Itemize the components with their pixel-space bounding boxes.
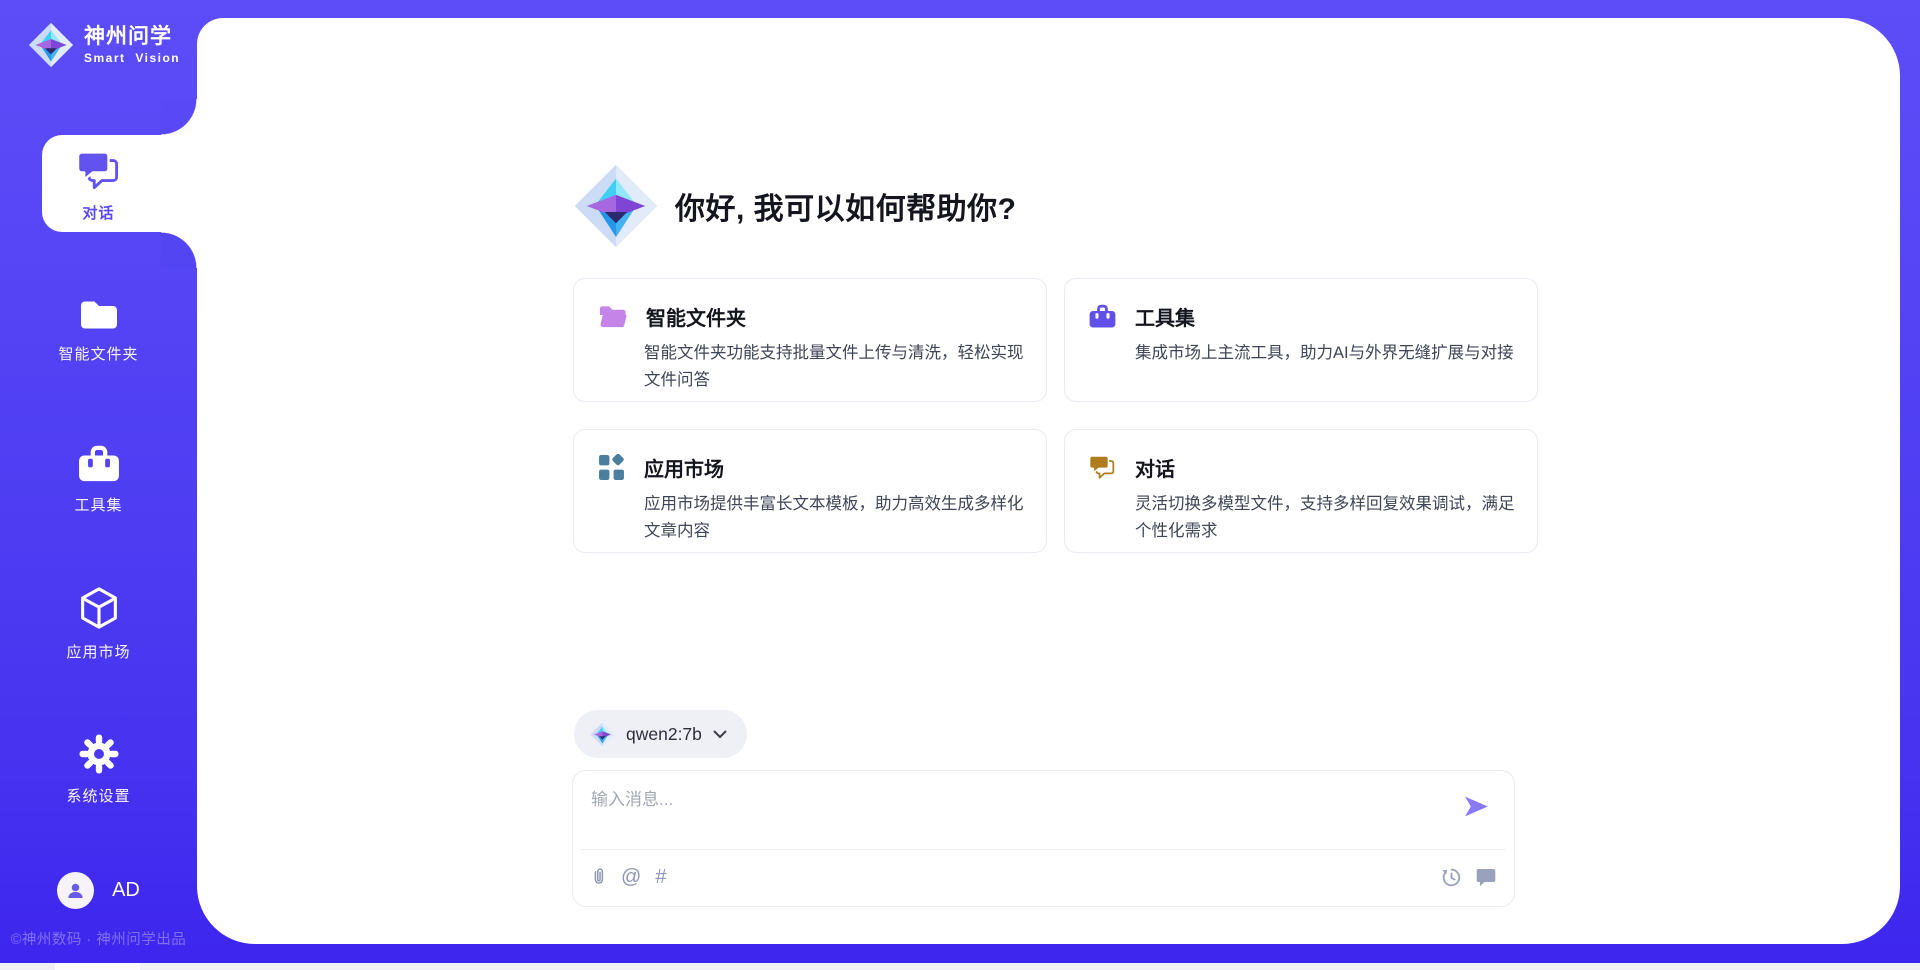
brand-subtitle: Smart Vision <box>84 51 180 65</box>
quick-chat-button[interactable] <box>1476 868 1496 887</box>
main-panel: 你好, 我可以如何帮助你? 智能文件夹 智能文件夹功能支持批量文件上传与清洗，轻… <box>197 18 1900 944</box>
card-description: 应用市场提供丰富长文本模板，助力高效生成多样化文章内容 <box>644 491 1026 544</box>
sidebar-item-label: 应用市场 <box>0 641 197 662</box>
attach-file-button[interactable] <box>590 865 607 888</box>
brand-diamond-icon <box>28 22 74 68</box>
paperclip-icon <box>590 865 607 888</box>
brand-name: 神州问学 <box>84 25 180 49</box>
card-title: 智能文件夹 <box>646 302 746 331</box>
bubble-fillet-top <box>161 99 198 135</box>
send-button[interactable] <box>1463 793 1490 820</box>
hashtag-icon[interactable]: # <box>655 867 666 887</box>
grid-icon <box>598 454 625 481</box>
history-icon <box>1441 867 1462 888</box>
sidebar-item-label: 系统设置 <box>0 785 197 806</box>
feature-cards: 智能文件夹 智能文件夹功能支持批量文件上传与清洗，轻松实现文件问答 工具集 集成… <box>573 278 1517 553</box>
card-toolset[interactable]: 工具集 集成市场上主流工具，助力AI与外界无缝扩展与对接 <box>1064 278 1538 402</box>
brand-diamond-icon <box>590 722 615 747</box>
card-smart-folder[interactable]: 智能文件夹 智能文件夹功能支持批量文件上传与清洗，轻松实现文件问答 <box>573 278 1047 402</box>
brand: 神州问学 Smart Vision <box>28 22 180 68</box>
toolbox-icon <box>1089 304 1116 329</box>
card-description: 集成市场上主流工具，助力AI与外界无缝扩展与对接 <box>1135 340 1517 367</box>
chat-bubbles-icon <box>77 151 121 191</box>
sidebar-item-settings[interactable]: 系统设置 <box>0 734 197 806</box>
sidebar-item-chat[interactable]: 对话 <box>0 151 197 223</box>
greeting-text: 你好, 我可以如何帮助你? <box>675 184 1017 228</box>
brand-diamond-icon <box>573 163 659 249</box>
history-button[interactable] <box>1441 867 1462 888</box>
chevron-down-icon <box>713 730 727 739</box>
avatar <box>57 872 94 909</box>
card-title: 对话 <box>1135 453 1175 482</box>
card-description: 智能文件夹功能支持批量文件上传与清洗，轻松实现文件问答 <box>644 340 1026 393</box>
sidebar-footer: ©神州数码 · 神州问学出品 <box>0 928 197 949</box>
person-icon <box>65 880 86 901</box>
sidebar-item-label: 工具集 <box>0 494 197 515</box>
composer-divider <box>581 849 1506 850</box>
card-description: 灵活切换多模型文件，支持多样回复效果调试，满足个性化需求 <box>1135 491 1517 544</box>
sidebar-item-app-market[interactable]: 应用市场 <box>0 586 197 662</box>
user-chip[interactable]: AD <box>0 872 197 909</box>
chat-icon <box>1476 868 1496 887</box>
folder-icon <box>79 299 119 331</box>
gear-icon <box>79 734 119 774</box>
bubble-fillet-bottom <box>161 232 198 268</box>
toolbox-icon <box>78 445 120 483</box>
chat-bubbles-icon <box>1089 455 1116 480</box>
mention-icon[interactable]: @ <box>621 867 641 887</box>
cube-icon <box>79 586 119 630</box>
page-scrollbar-thumb[interactable] <box>55 963 140 970</box>
model-name: qwen2:7b <box>626 724 702 745</box>
sidebar: 神州问学 Smart Vision 对话 智能文件夹 <box>0 0 197 963</box>
send-icon <box>1463 793 1490 820</box>
message-input[interactable] <box>583 779 1403 821</box>
page-scrollbar-track <box>0 963 1920 970</box>
message-composer: @ # <box>572 770 1515 907</box>
folder-open-icon <box>598 304 627 329</box>
sidebar-item-label: 智能文件夹 <box>0 343 197 364</box>
sidebar-item-toolset[interactable]: 工具集 <box>0 445 197 515</box>
card-app-market[interactable]: 应用市场 应用市场提供丰富长文本模板，助力高效生成多样化文章内容 <box>573 429 1047 553</box>
card-chat[interactable]: 对话 灵活切换多模型文件，支持多样回复效果调试，满足个性化需求 <box>1064 429 1538 553</box>
model-selector[interactable]: qwen2:7b <box>574 710 747 758</box>
greeting-row: 你好, 我可以如何帮助你? <box>573 163 1017 249</box>
card-title: 工具集 <box>1135 302 1195 331</box>
card-title: 应用市场 <box>644 453 724 482</box>
sidebar-item-smart-folder[interactable]: 智能文件夹 <box>0 298 197 364</box>
sidebar-item-label: 对话 <box>0 202 197 223</box>
user-initials: AD <box>112 879 140 902</box>
